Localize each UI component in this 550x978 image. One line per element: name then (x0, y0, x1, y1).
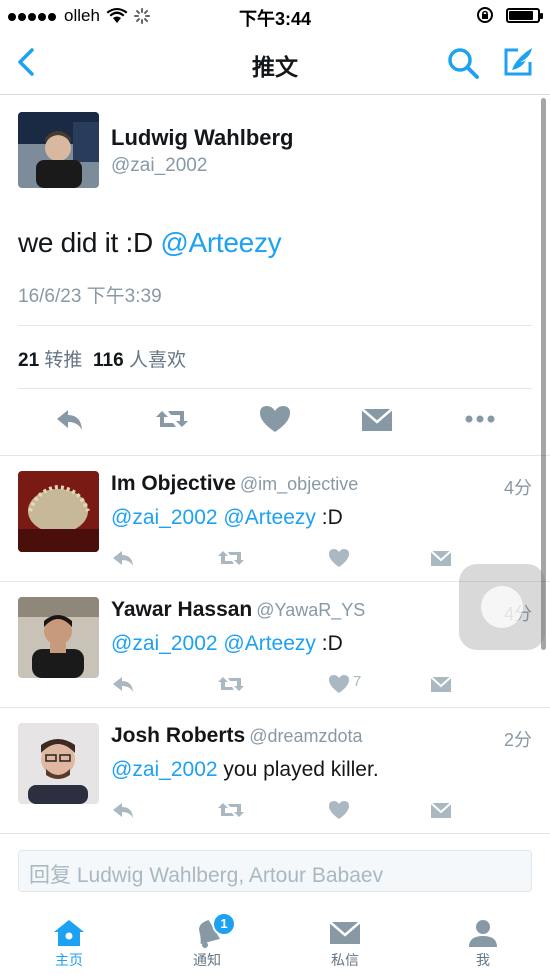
reply-icon[interactable] (52, 401, 88, 437)
retweet-label: 转推 (44, 350, 83, 371)
tweet-actions (0, 401, 550, 441)
avatar[interactable] (18, 112, 99, 188)
person-icon (469, 920, 497, 947)
reply-author[interactable]: Yawar Hassan @YawaR_YS (111, 598, 365, 622)
mention-link[interactable]: @zai_2002 (111, 758, 218, 781)
like-stat[interactable]: 116 人喜欢 (93, 350, 186, 371)
reply-tweet[interactable]: Josh Roberts @dreamzdota 2分 @zai_2002 you… (0, 708, 550, 834)
reply-author-handle: @YawaR_YS (256, 600, 366, 620)
divider (18, 388, 532, 389)
mention-link[interactable]: @Arteezy (223, 506, 316, 529)
battery-level (509, 10, 533, 20)
status-bar: olleh 下午3:44 (0, 0, 550, 32)
mention-link[interactable]: @Arteezy (160, 227, 281, 258)
reply-text: @zai_2002 you played killer. (111, 758, 379, 782)
retweet-icon[interactable] (217, 672, 245, 696)
home-icon (54, 920, 84, 946)
status-time: 下午3:44 (238, 9, 312, 29)
tweet-body: we did it :D (18, 227, 153, 258)
direct-message-icon[interactable] (359, 401, 395, 437)
reply-icon[interactable] (111, 546, 137, 570)
reply-text: @zai_2002 @Arteezy :D (111, 632, 343, 656)
heart-icon[interactable] (327, 672, 351, 696)
reply-author[interactable]: Im Objective @im_objective (111, 472, 358, 496)
retweet-stat[interactable]: 21 转推 (18, 350, 82, 371)
more-options-icon[interactable] (462, 401, 498, 437)
retweet-icon[interactable] (217, 798, 245, 822)
reply-tweet[interactable]: Im Objective @im_objective 4分 @zai_2002 @… (0, 456, 550, 582)
author-name[interactable]: Ludwig Wahlberg (111, 125, 294, 151)
reply-icon[interactable] (111, 798, 137, 822)
heart-icon[interactable] (327, 546, 351, 570)
assistive-touch-button[interactable] (459, 564, 545, 650)
compose-tweet-icon[interactable] (500, 44, 536, 80)
reply-time: 2分 (503, 730, 532, 750)
mention-link[interactable]: @zai_2002 (111, 506, 218, 529)
main-tweet: Ludwig Wahlberg @zai_2002 we did it :D @… (0, 95, 550, 456)
heart-icon[interactable] (257, 401, 293, 437)
tab-me[interactable]: 我 (428, 912, 538, 978)
reply-actions (111, 546, 511, 572)
tweet-text: we did it :D @Arteezy (18, 227, 282, 259)
reply-body: :D (315, 632, 343, 655)
direct-message-icon[interactable] (429, 672, 453, 696)
tab-label: 我 (476, 952, 490, 968)
reply-author-name: Josh Roberts (111, 724, 246, 747)
reply-input[interactable]: 回复 Ludwig Wahlberg, Artour Babaev (18, 850, 532, 892)
navigation-bar: 推文 (0, 32, 550, 95)
notification-badge: 1 (212, 912, 236, 936)
tweet-stats: 21 转推 116 人喜欢 (18, 345, 186, 372)
search-icon[interactable] (446, 46, 480, 80)
author-handle[interactable]: @zai_2002 (111, 155, 207, 177)
divider (18, 325, 532, 326)
tab-notifications[interactable]: 1 通知 (152, 912, 262, 978)
heart-icon[interactable] (327, 798, 351, 822)
tab-label: 通知 (193, 952, 221, 968)
reply-author-handle: @im_objective (239, 474, 359, 494)
battery-icon (506, 7, 543, 23)
tab-bar: 主页 1 通知 私信 我 (0, 912, 550, 978)
avatar[interactable] (18, 471, 99, 552)
like-count: 116 (93, 350, 124, 371)
direct-message-icon[interactable] (429, 546, 453, 570)
reply-body: you played killer. (217, 758, 379, 781)
reply-author-name: Im Objective (111, 472, 236, 495)
tweet-timestamp: 16/6/23 下午3:39 (18, 286, 162, 307)
reply-body: :D (315, 506, 343, 529)
reply-author-name: Yawar Hassan (111, 598, 253, 621)
like-label: 人喜欢 (128, 350, 186, 371)
retweet-icon[interactable] (154, 401, 190, 437)
mail-icon (329, 921, 361, 944)
avatar[interactable] (18, 597, 99, 678)
like-count: 7 (353, 673, 362, 690)
reply-author[interactable]: Josh Roberts @dreamzdota (111, 724, 363, 748)
mention-link[interactable]: @Arteezy (223, 632, 316, 655)
tab-messages[interactable]: 私信 (290, 912, 400, 978)
reply-actions: 7 (111, 672, 511, 698)
reply-icon[interactable] (111, 672, 137, 696)
reply-author-handle: @dreamzdota (249, 726, 363, 746)
retweet-count: 21 (18, 350, 40, 371)
tab-label: 主页 (55, 952, 83, 968)
direct-message-icon[interactable] (429, 798, 453, 822)
tab-label: 私信 (331, 952, 359, 968)
mention-link[interactable]: @zai_2002 (111, 632, 218, 655)
tab-home[interactable]: 主页 (14, 912, 124, 978)
avatar[interactable] (18, 723, 99, 804)
status-right (476, 6, 543, 24)
reply-actions (111, 798, 511, 824)
rotation-lock-icon (477, 7, 493, 23)
reply-time: 4分 (503, 478, 532, 498)
scrollbar[interactable] (541, 98, 546, 650)
reply-text: @zai_2002 @Arteezy :D (111, 506, 343, 530)
retweet-icon[interactable] (217, 546, 245, 570)
